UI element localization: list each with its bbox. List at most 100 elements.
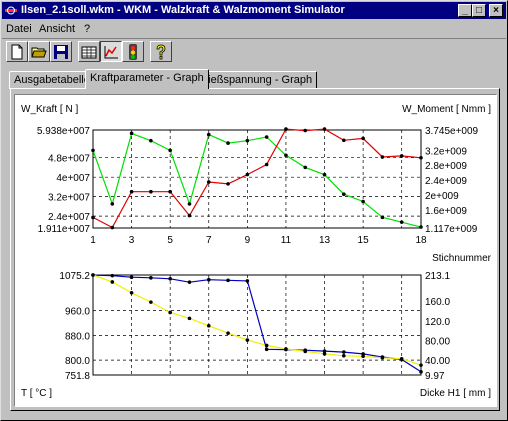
data-point <box>342 350 346 354</box>
data-point <box>419 363 423 367</box>
right-tick-label: 80.00 <box>425 337 450 348</box>
data-point <box>226 182 230 186</box>
left-tick-label: 5.938e+007 <box>37 126 91 137</box>
data-point <box>206 277 211 282</box>
data-point <box>149 138 153 143</box>
left-axis-label: W_Kraft [ N ] <box>21 104 78 115</box>
x-tick-label: 15 <box>358 235 370 246</box>
x-tick-label: 9 <box>245 235 251 246</box>
right-tick-label: 3.745e+009 <box>425 126 479 137</box>
right-tick-label: 160.0 <box>425 297 450 308</box>
table-view-icon <box>81 46 97 59</box>
left-tick-label: 1075.2 <box>59 271 90 282</box>
right-axis-label: W_Moment [ Nmm ] <box>402 104 491 115</box>
menu-bar: Datei Ansicht ? <box>2 20 506 38</box>
right-tick-label: 1.6e+009 <box>425 206 467 217</box>
data-point <box>399 356 404 361</box>
menu-ansicht[interactable]: Ansicht <box>39 20 75 38</box>
x-tick-label: 11 <box>281 235 292 246</box>
data-point <box>303 349 308 354</box>
data-point <box>110 273 115 278</box>
data-point <box>303 128 308 133</box>
data-point <box>342 192 346 196</box>
new-document-icon <box>11 44 23 60</box>
charts-svg: 5.938e+007 4.8e+007 4e+007 3.2e+007 2.4e+007… <box>21 104 492 399</box>
right-tick-label: 40.00 <box>425 356 450 367</box>
left-tick-label: 4.8e+007 <box>48 154 90 165</box>
data-point <box>399 220 404 224</box>
data-point <box>322 172 327 177</box>
data-point <box>245 279 250 283</box>
data-point <box>129 290 134 295</box>
close-button[interactable]: × <box>489 4 503 17</box>
data-point <box>284 347 288 351</box>
new-button[interactable] <box>6 41 28 62</box>
data-point <box>284 127 288 131</box>
tab-ausgabetabelle[interactable]: Ausgabetabelle <box>9 71 95 89</box>
data-point <box>284 153 288 158</box>
x-tick-label: 7 <box>206 235 212 246</box>
series-line-1-1 <box>92 274 422 366</box>
help-button[interactable] <box>150 41 172 62</box>
x-tick-label: 13 <box>319 235 331 246</box>
tab-label: Fließspannung - Graph <box>199 74 313 86</box>
app-window: Ilsen_2.1soll.wkm - WKM - Walzkraft & Wa… <box>0 0 508 421</box>
left-axis-label: T [ °C ] <box>21 388 52 399</box>
right-tick-label: 3.2e+009 <box>425 146 467 157</box>
simulate-button[interactable] <box>122 41 144 62</box>
title-bar[interactable]: Ilsen_2.1soll.wkm - WKM - Walzkraft & Wa… <box>2 2 506 19</box>
left-tick-label: 2.4e+007 <box>48 212 90 223</box>
x-tick-label: 18 <box>415 235 427 246</box>
data-point <box>303 165 308 170</box>
data-point <box>226 331 230 335</box>
tab-fliessspannung-graph[interactable]: Fließspannung - Graph <box>194 71 318 89</box>
data-point <box>187 316 192 321</box>
right-tick-label: 1.117e+009 <box>425 224 478 235</box>
graph-view-button[interactable] <box>100 41 122 62</box>
left-tick-label: 880.0 <box>65 331 90 342</box>
data-point <box>187 213 192 218</box>
menu-help[interactable]: ? <box>84 20 90 38</box>
app-icon <box>5 6 17 15</box>
data-point <box>110 202 115 206</box>
tab-kraftparameter-graph[interactable]: Kraftparameter - Graph <box>85 69 209 89</box>
data-point <box>149 189 153 194</box>
data-point <box>206 180 211 184</box>
right-tick-label: 2.8e+009 <box>425 161 467 172</box>
tab-label: Kraftparameter - Graph <box>90 72 204 84</box>
data-point <box>245 338 250 342</box>
data-point <box>110 225 115 230</box>
data-point <box>322 352 327 356</box>
data-point <box>361 199 365 204</box>
data-point <box>264 347 269 352</box>
x-tick-label: 3 <box>129 235 135 246</box>
data-point <box>380 155 385 159</box>
data-point <box>419 155 423 160</box>
data-point <box>168 189 172 194</box>
left-tick-label: 960.0 <box>65 307 90 318</box>
series-line-0-1 <box>92 128 422 229</box>
data-point <box>91 273 95 277</box>
data-point <box>129 189 134 194</box>
help-icon <box>156 44 166 60</box>
data-point <box>399 154 404 158</box>
save-button[interactable] <box>50 41 72 62</box>
data-point <box>187 202 192 206</box>
minimize-button[interactable]: _ <box>458 4 472 17</box>
menu-datei[interactable]: Datei <box>6 20 32 38</box>
data-point <box>342 353 346 358</box>
data-point <box>206 132 211 137</box>
right-axis-label: Dicke H1 [ mm ] <box>420 388 491 399</box>
maximize-button[interactable]: □ <box>472 4 486 17</box>
save-disk-icon <box>54 45 68 59</box>
data-point <box>226 141 230 145</box>
toolbar <box>2 38 506 65</box>
right-tick-label: 2e+009 <box>425 191 459 202</box>
data-point <box>264 135 269 139</box>
right-tick-label: 213.1 <box>425 271 450 282</box>
x-tick-label: 1 <box>90 235 96 246</box>
open-button[interactable] <box>28 41 50 62</box>
left-tick-label: 800.0 <box>65 356 90 367</box>
left-tick-label: 1.911e+007 <box>38 224 91 235</box>
table-view-button[interactable] <box>78 41 100 62</box>
